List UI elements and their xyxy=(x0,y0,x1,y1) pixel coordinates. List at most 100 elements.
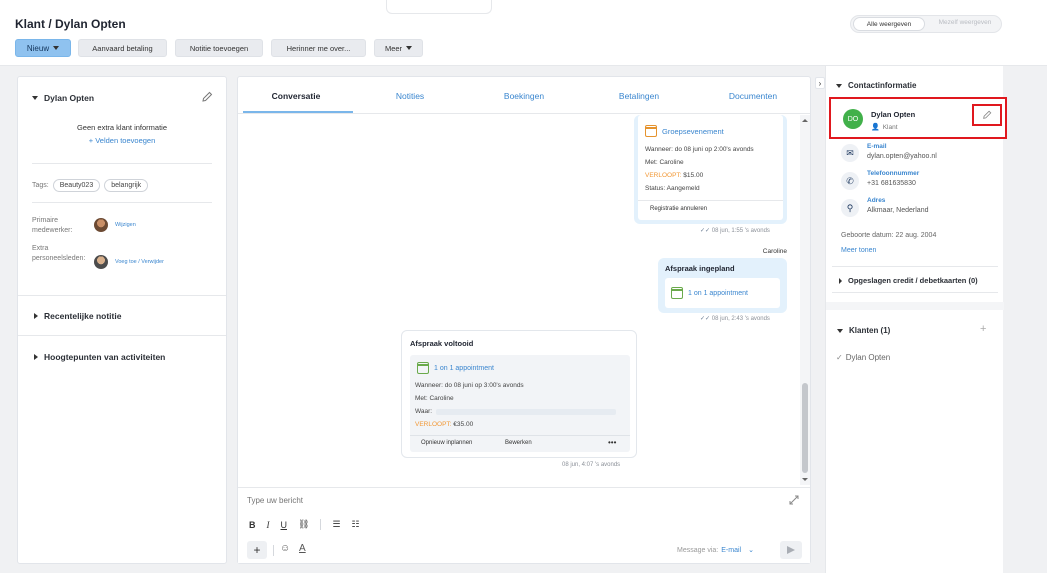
tab-boekingen[interactable]: Boekingen xyxy=(466,91,582,101)
bold-icon[interactable]: B xyxy=(249,520,256,530)
top-notch xyxy=(386,0,492,14)
group-event-status: Status: Aangemeld xyxy=(645,185,700,192)
collapse-sidebar-button[interactable]: › xyxy=(815,77,825,89)
page-title: Klant / Dylan Opten xyxy=(15,17,126,31)
group-event-title: Groepsevenement xyxy=(662,126,724,136)
underline-icon[interactable]: U xyxy=(281,520,288,530)
chevron-right-icon xyxy=(34,313,38,319)
group-event-header[interactable]: Groepsevenement xyxy=(645,125,724,137)
tab-conversatie[interactable]: Conversatie xyxy=(238,91,354,101)
where-label: Waar: xyxy=(415,408,433,415)
message-via: Message via: E-mail ⌄ xyxy=(677,546,754,555)
scrollbar-thumb[interactable] xyxy=(802,383,808,473)
message-timestamp: ✓✓ 08 jun, 2:43 's avonds xyxy=(700,315,770,322)
divider xyxy=(410,435,630,436)
tab-betalingen[interactable]: Betalingen xyxy=(582,91,696,101)
text-format-icon[interactable]: A xyxy=(299,543,306,554)
appointment-completed-message: Afspraak voltooid 1 on 1 appointment Wan… xyxy=(401,330,637,458)
saved-cards-label: Opgeslagen credit / debetkaarten (0) xyxy=(848,276,978,285)
expires-label: VERLOOPT: xyxy=(645,172,682,179)
group-event-expires: VERLOOPT: $15.00 xyxy=(645,172,703,179)
chevron-down-icon[interactable]: ⌄ xyxy=(748,546,754,554)
composer: B I U ⛓ ☰ ☷ + ☺ A Message via: E-mail ⌄ xyxy=(238,487,810,563)
completed-title: Afspraak voltooid xyxy=(410,339,474,348)
client-name-toggle[interactable]: Dylan Opten xyxy=(32,93,94,103)
view-self-button[interactable]: Mezelf weergeven xyxy=(929,19,1001,26)
more-button[interactable]: Meer xyxy=(374,39,423,57)
highlights-toggle[interactable]: Hoogtepunten van activiteiten xyxy=(34,352,165,362)
divider xyxy=(832,292,998,293)
completed-when: Wanneer: do 08 juni op 3:00's avonds xyxy=(415,382,524,389)
message-input[interactable] xyxy=(247,493,767,507)
contact-sidebar: Contactinformatie DO Dylan Opten 👤 Klant… xyxy=(825,66,1007,573)
attach-button[interactable]: + xyxy=(247,541,267,559)
client-name: Dylan Opten xyxy=(44,93,95,103)
tab-notities[interactable]: Notities xyxy=(354,91,466,101)
double-check-icon: ✓✓ xyxy=(700,316,711,322)
numbered-list-icon[interactable]: ☷ xyxy=(352,519,360,530)
more-options-icon[interactable]: ••• xyxy=(608,438,616,447)
new-button[interactable]: Nieuw xyxy=(15,39,71,57)
phone-value[interactable]: +31 681635830 xyxy=(867,180,916,187)
completed-with: Met: Caroline xyxy=(415,395,454,402)
remind-button[interactable]: Herinner me over... xyxy=(271,39,366,57)
format-toolbar: B I U ⛓ ☰ ☷ xyxy=(249,519,360,530)
show-more-link[interactable]: Meer tonen xyxy=(841,247,876,254)
email-value[interactable]: dylan.opten@yahoo.nl xyxy=(867,153,937,160)
add-fields-link[interactable]: + Velden toevoegen xyxy=(18,136,226,145)
saved-cards-toggle[interactable]: Opgeslagen credit / debetkaarten (0) xyxy=(839,276,978,285)
bullet-list-icon[interactable]: ☰ xyxy=(332,519,340,530)
link-icon[interactable]: ⛓ xyxy=(298,519,309,530)
italic-icon[interactable]: I xyxy=(267,520,270,530)
conversation-panel: Conversatie Notities Boekingen Betalinge… xyxy=(237,76,811,564)
chevron-down-icon xyxy=(836,83,842,88)
group-event-with: Met: Caroline xyxy=(645,159,684,166)
accept-payment-button[interactable]: Aanvaard betaling xyxy=(78,39,167,57)
message-via-select[interactable]: E-mail xyxy=(721,547,741,554)
scheduled-title: Afspraak ingepland xyxy=(665,264,735,273)
contact-role: 👤 Klant xyxy=(871,123,898,132)
client-details-panel: Dylan Opten Geen extra klant informatie … xyxy=(17,76,227,564)
section-gap xyxy=(826,302,1004,310)
double-check-icon: ✓✓ xyxy=(700,228,711,234)
location-pin-icon: ⚲ xyxy=(841,199,859,217)
address-value: Alkmaar, Nederland xyxy=(867,207,929,214)
cancel-registration-button[interactable]: Registratie annuleren xyxy=(650,206,707,212)
tab-active-indicator xyxy=(243,111,353,113)
recent-note-toggle[interactable]: Recentelijke notitie xyxy=(34,311,121,321)
emoji-icon[interactable]: ☺ xyxy=(280,543,290,554)
contact-card: DO Dylan Opten 👤 Klant xyxy=(829,97,1007,139)
tag-chip[interactable]: Beauty023 xyxy=(52,179,101,192)
completed-appointment-header[interactable]: 1 on 1 appointment xyxy=(417,362,494,374)
client-list-item[interactable]: ✓ Dylan Opten xyxy=(836,353,890,362)
contact-info-toggle[interactable]: Contactinformatie xyxy=(836,81,916,90)
chevron-down-icon xyxy=(53,46,60,50)
clients-toggle[interactable]: Klanten (1) xyxy=(837,326,890,335)
change-primary-link[interactable]: Wijzigen xyxy=(115,222,136,228)
edit-button[interactable]: Bewerken xyxy=(505,440,532,446)
add-note-button[interactable]: Notitie toevoegen xyxy=(175,39,263,57)
completed-details-box: 1 on 1 appointment Wanneer: do 08 juni o… xyxy=(410,355,630,452)
send-button[interactable] xyxy=(780,541,802,559)
add-remove-staff-link[interactable]: Voeg toe / Verwijder xyxy=(115,259,164,265)
extra-staff-label: Extra personeelsleden: xyxy=(32,245,86,262)
add-client-icon[interactable]: + xyxy=(980,323,986,335)
scroll-down-arrow[interactable] xyxy=(802,478,808,481)
message-via-label: Message via: xyxy=(677,546,719,554)
calendar-icon xyxy=(645,125,657,137)
user-icon: 👤 xyxy=(871,124,880,131)
message-timestamp: 08 jun, 4:07 's avonds xyxy=(562,462,621,468)
scroll-up-arrow[interactable] xyxy=(802,119,808,122)
scrollbar[interactable] xyxy=(800,115,810,485)
view-all-button[interactable]: Alle weergeven xyxy=(853,17,925,31)
expand-icon[interactable] xyxy=(788,494,800,506)
tags-label: Tags: xyxy=(32,182,49,189)
reschedule-button[interactable]: Opnieuw inplannen xyxy=(421,440,472,446)
expires-label: VERLOOPT: xyxy=(415,421,452,428)
edit-pencil-icon[interactable] xyxy=(201,91,213,103)
tag-chip[interactable]: belangrijk xyxy=(104,179,149,192)
scheduled-appointment-box[interactable]: 1 on 1 appointment xyxy=(665,278,780,308)
edit-contact-button[interactable] xyxy=(972,104,1002,126)
chevron-right-icon: › xyxy=(818,78,822,88)
tab-documenten[interactable]: Documenten xyxy=(696,91,810,101)
